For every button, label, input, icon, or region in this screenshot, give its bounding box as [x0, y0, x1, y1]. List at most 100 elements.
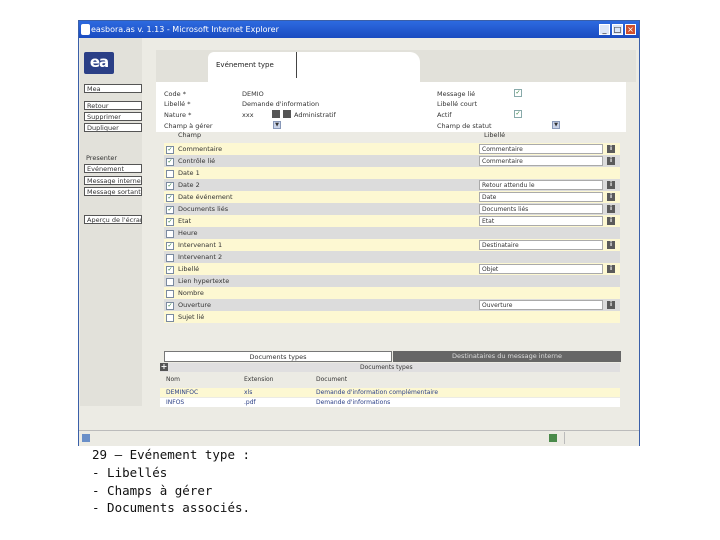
sidebar-button-mea[interactable]: Mea [84, 84, 142, 93]
info-icon[interactable]: i [607, 241, 615, 249]
code-label: Code * [164, 90, 186, 98]
field-name: Lien hypertexte [178, 277, 230, 285]
nature-extra-text: Administratif [294, 111, 336, 119]
field-libelle-input[interactable]: Etat [479, 216, 603, 226]
grid-row: ✓ Date 2 Retour attendu le i [164, 179, 620, 191]
doc-extension: xls [244, 389, 253, 396]
grid-row: Nombre [164, 287, 620, 299]
grid-row: Sujet lié [164, 311, 620, 323]
field-checkbox[interactable]: ✓ [166, 158, 174, 166]
info-icon[interactable]: i [607, 301, 615, 309]
field-checkbox[interactable]: ✓ [166, 218, 174, 226]
tab-divider [296, 52, 297, 78]
tab-destinataires[interactable]: Destinataires du message interne [393, 351, 621, 362]
ie-icon [81, 24, 90, 35]
field-checkbox[interactable]: ✓ [166, 206, 174, 214]
doc-header-nom: Nom [166, 376, 181, 383]
info-icon[interactable]: i [607, 145, 615, 153]
grid-row: Heure [164, 227, 620, 239]
field-checkbox[interactable]: ✓ [166, 146, 174, 154]
add-icon[interactable]: + [160, 363, 168, 371]
doc-header-document: Document [316, 376, 348, 383]
grid-row: ✓ Intervenant 1 Destinataire i [164, 239, 620, 251]
field-name: Nombre [178, 289, 204, 297]
field-libelle-input[interactable]: Commentaire [479, 144, 603, 154]
close-button[interactable]: × [625, 24, 636, 35]
nature-lookup-button[interactable] [272, 110, 280, 118]
caption-line-3: - Champs à gérer [92, 483, 213, 498]
field-name: Intervenant 2 [178, 253, 223, 261]
info-icon[interactable]: i [607, 265, 615, 273]
info-icon[interactable]: i [607, 205, 615, 213]
code-field[interactable]: DEMIO [242, 90, 264, 98]
field-checkbox[interactable] [166, 278, 174, 286]
doc-extension: .pdf [244, 399, 256, 406]
field-libelle-input[interactable]: Retour attendu le [479, 180, 603, 190]
field-checkbox[interactable]: ✓ [166, 194, 174, 202]
sidebar-button-retour[interactable]: Retour [84, 101, 142, 110]
field-checkbox[interactable] [166, 230, 174, 238]
page-icon [82, 434, 90, 442]
doc-row[interactable]: INFOS .pdf Demande d'informations [160, 398, 620, 407]
field-name: Date événement [178, 193, 233, 201]
zone-text [564, 432, 615, 444]
actif-label: Actif [437, 111, 452, 119]
champ-statut-dropdown-icon[interactable]: ▼ [552, 121, 560, 129]
grid-row: ✓ Ouverture Ouverture i [164, 299, 620, 311]
sidebar-button-message-sortant[interactable]: Message sortant [84, 187, 142, 196]
field-checkbox[interactable] [166, 254, 174, 262]
field-libelle-input[interactable]: Date [479, 192, 603, 202]
fields-grid: Champ Libellé ✓ Commentaire Commentaire i ✓ C… [164, 131, 620, 325]
ea-logo: ea [84, 52, 114, 74]
grid-row: ✓ Contrôle lié Commentaire i [164, 155, 620, 167]
field-libelle-input[interactable]: Ouverture [479, 300, 603, 310]
field-checkbox[interactable] [166, 170, 174, 178]
grid-row: ✓ Commentaire Commentaire i [164, 143, 620, 155]
tab-documents-types[interactable]: Documents types [164, 351, 392, 362]
field-name: Date 2 [178, 181, 200, 189]
field-name: Commentaire [178, 145, 223, 153]
message-checkbox[interactable]: ✓ [514, 89, 522, 97]
nature-field[interactable]: xxx [242, 111, 254, 119]
nature-info-button[interactable] [283, 110, 291, 118]
field-libelle-input[interactable]: Commentaire [479, 156, 603, 166]
grid-row: Intervenant 2 [164, 251, 620, 263]
sidebar-button-dupliquer[interactable]: Dupliquer [84, 123, 142, 132]
field-name: Libellé [178, 265, 200, 273]
field-checkbox[interactable]: ✓ [166, 242, 174, 250]
libelle-field[interactable]: Demande d'information [242, 100, 319, 108]
info-icon[interactable]: i [607, 181, 615, 189]
maximize-button[interactable]: □ [612, 24, 623, 35]
field-checkbox[interactable] [166, 290, 174, 298]
info-icon[interactable]: i [607, 193, 615, 201]
field-name: Documents liés [178, 205, 229, 213]
field-name: Intervenant 1 [178, 241, 223, 249]
sidebar-button-supprimer[interactable]: Supprimer [84, 112, 142, 121]
caption-line-4: - Documents associés. [92, 500, 251, 515]
actif-checkbox[interactable]: ✓ [514, 110, 522, 118]
champ-dropdown-icon[interactable]: ▼ [273, 121, 281, 129]
info-icon[interactable]: i [607, 157, 615, 165]
field-checkbox[interactable]: ✓ [166, 302, 174, 310]
field-libelle-input[interactable]: Objet [479, 264, 603, 274]
info-icon[interactable]: i [607, 217, 615, 225]
sidebar-button-apercu[interactable]: Aperçu de l'écran [84, 215, 142, 224]
sidebar-button-message-interne[interactable]: Message interne [84, 176, 142, 185]
field-libelle-input[interactable]: Destinataire [479, 240, 603, 250]
sidebar-button-evenement[interactable]: Evénement [84, 164, 142, 173]
field-name: Ouverture [178, 301, 211, 309]
doc-row[interactable]: DEMINFOC xls Demande d'information complém… [160, 388, 620, 397]
field-libelle-input[interactable]: Documents liés [479, 204, 603, 214]
caption-line-2: - Libellés [92, 465, 168, 480]
doc-header-extension: Extension [244, 376, 274, 383]
window-title: easbora.as v. 1.13 - Microsoft Internet … [91, 25, 279, 34]
field-checkbox[interactable]: ✓ [166, 182, 174, 190]
field-checkbox[interactable]: ✓ [166, 266, 174, 274]
field-checkbox[interactable] [166, 314, 174, 322]
zone-icon [549, 434, 557, 442]
minimize-button[interactable]: _ [599, 24, 610, 35]
libelle-label: Libellé * [164, 100, 191, 108]
title-bar: easbora.as v. 1.13 - Microsoft Internet … [79, 21, 639, 38]
tab-label: Evénement type [216, 61, 274, 69]
field-name: Heure [178, 229, 198, 237]
